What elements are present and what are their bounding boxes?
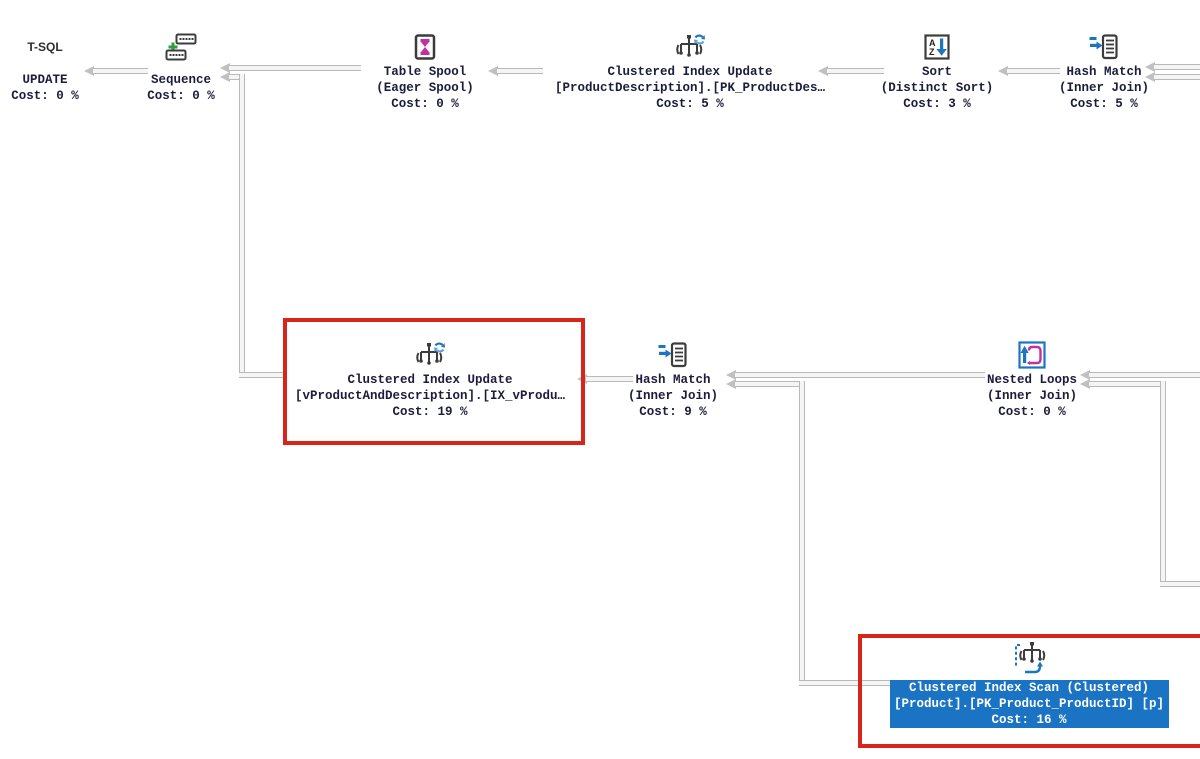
node-label: Sequence [150,73,211,87]
node-hash-match-top[interactable]: Hash Match (Inner Join) Cost: 5 % [1034,30,1174,112]
node-cost: Cost: 0 % [391,97,459,111]
node-hash-match-middle[interactable]: Hash Match (Inner Join) Cost: 9 % [603,338,743,420]
node-nested-loops[interactable]: Nested Loops (Inner Join) Cost: 0 % [952,338,1112,420]
node-sequence[interactable]: Sequence Cost: 0 % [111,30,251,104]
node-label: Hash Match [635,373,711,387]
highlight-box-clustered-index-update [283,318,585,445]
edge-input2-nested-bottom [1160,581,1200,587]
node-cost: Cost: 5 % [656,97,724,111]
t-sql-label: T-SQL [27,30,62,64]
node-sublabel: (Distinct Sort) [880,81,994,95]
t-sql-text: T-SQL [27,40,63,54]
sort-icon: A Z [924,30,950,64]
node-cost: Cost: 5 % [1070,97,1138,111]
clustered-index-update-icon [675,30,705,64]
node-label: Sort [921,65,952,79]
edge-input2-nested-vertical [1160,381,1166,587]
node-update[interactable]: T-SQL UPDATE Cost: 0 % [0,30,105,104]
table-spool-icon [414,30,436,64]
edge-cis-to-hashmid-vertical [799,381,805,686]
node-label: Nested Loops [986,373,1077,387]
nested-loops-icon [1018,338,1046,372]
node-label: Table Spool [383,65,467,79]
node-cost: Cost: 0 % [147,89,215,103]
node-sort[interactable]: A Z Sort (Distinct Sort) Cost: 3 % [857,30,1017,112]
node-sublabel: (Inner Join) [627,389,718,403]
edge-ciumid-to-sequence-vertical [239,74,245,378]
execution-plan-canvas: T-SQL UPDATE Cost: 0 % Sequence Cost: 0 … [0,0,1200,759]
node-cost: Cost: 0 % [998,405,1066,419]
svg-text:Z: Z [929,47,935,57]
node-label: Hash Match [1066,65,1142,79]
node-clustered-index-update-top[interactable]: Clustered Index Update [ProductDescripti… [540,30,840,112]
node-cost: Cost: 3 % [903,97,971,111]
node-table-spool[interactable]: Table Spool (Eager Spool) Cost: 0 % [345,30,505,112]
edge-cis-to-hashmid-top [735,381,805,387]
node-label: Clustered Index Update [607,65,773,79]
node-sublabel: (Inner Join) [986,389,1077,403]
node-label: UPDATE [22,73,68,87]
node-cost: Cost: 0 % [11,89,79,103]
node-sublabel: (Eager Spool) [376,81,474,95]
node-cost: Cost: 9 % [639,405,707,419]
sequence-icon [164,30,198,64]
node-sublabel: (Inner Join) [1058,81,1149,95]
hash-match-icon [658,338,688,372]
highlight-box-clustered-index-scan [858,634,1200,748]
node-object: [ProductDescription].[PK_ProductDes… [554,81,826,95]
edge-ciumid-to-sequence-bottom [239,372,283,378]
hash-match-icon [1089,30,1119,64]
edge-nested-to-hashmid [735,372,985,378]
